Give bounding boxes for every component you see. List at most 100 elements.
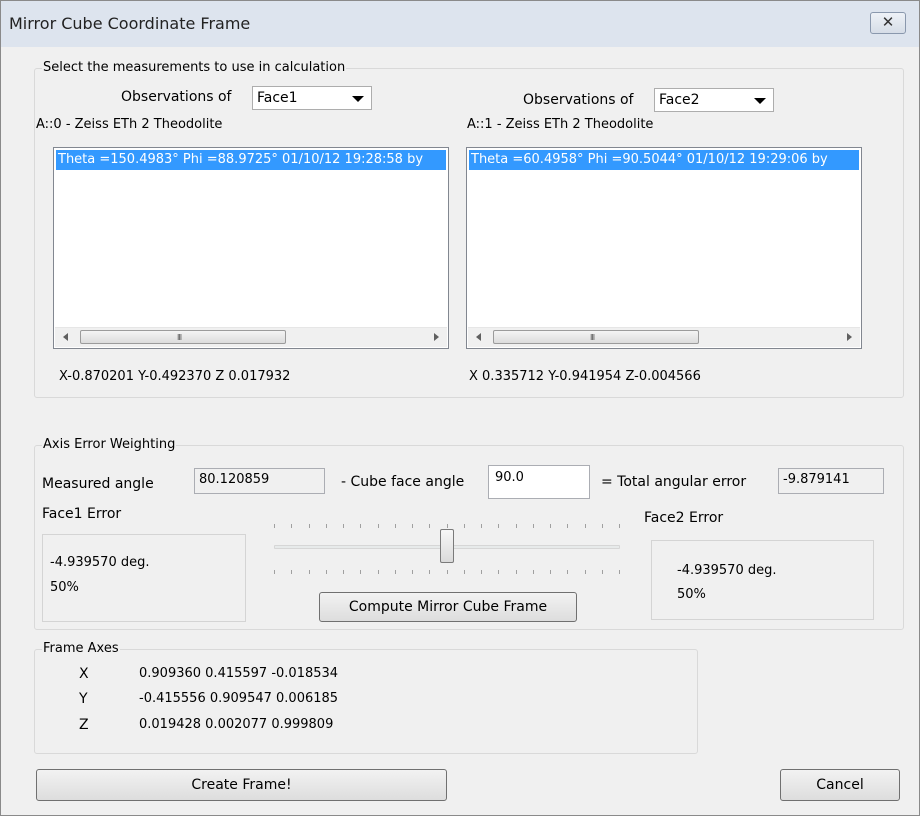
axis-error-group-label: Axis Error Weighting	[42, 437, 177, 452]
face2-error-deg: -4.939570 deg.	[677, 563, 777, 578]
arrow-left-icon[interactable]	[476, 333, 481, 341]
cube-face-angle-input[interactable]: 90.0	[488, 465, 590, 499]
slider-tick	[447, 524, 448, 528]
slider-tick	[378, 570, 379, 574]
observations-list-right[interactable]: Theta =60.4958° Phi =90.5044° 01/10/12 1…	[466, 147, 862, 349]
cube-face-angle-label: - Cube face angle	[341, 474, 465, 490]
slider-tick	[309, 570, 310, 574]
horizontal-scrollbar-left[interactable]: III	[55, 327, 447, 347]
slider-tick	[274, 570, 275, 574]
frame-axes-group: Frame Axes X 0.909360 0.415597 -0.018534…	[34, 641, 698, 754]
chevron-down-icon	[754, 98, 766, 104]
axis-values-z: 0.019428 0.002077 0.999809	[139, 717, 334, 732]
dialog-client: Select the measurements to use in calcul…	[8, 47, 912, 809]
close-icon: ✕	[881, 13, 895, 31]
slider-tick	[395, 570, 396, 574]
horizontal-scrollbar-right[interactable]: III	[468, 327, 860, 347]
axis-values-x: 0.909360 0.415597 -0.018534	[139, 666, 339, 681]
total-angular-error-label: = Total angular error	[601, 474, 747, 490]
scrollbar-grip: III	[177, 333, 182, 342]
slider-tick	[412, 524, 413, 528]
face2-error-pct: 50%	[677, 587, 706, 602]
slider-tick	[395, 524, 396, 528]
slider-tick	[481, 570, 482, 574]
list-item[interactable]: Theta =150.4983° Phi =88.9725° 01/10/12 …	[56, 150, 446, 170]
create-frame-button[interactable]: Create Frame!	[36, 769, 447, 801]
slider-tick	[464, 524, 465, 528]
slider-tick	[412, 570, 413, 574]
slider-tick	[567, 524, 568, 528]
measurements-group: Select the measurements to use in calcul…	[34, 60, 904, 398]
slider-tick	[585, 524, 586, 528]
slider-tick	[291, 524, 292, 528]
instrument-label-left: A::0 - Zeiss ETh 2 Theodolite	[36, 117, 223, 132]
slider-tick	[602, 570, 603, 574]
window-title: Mirror Cube Coordinate Frame	[9, 14, 251, 33]
axis-label-z: Z	[79, 717, 89, 733]
face-select-right[interactable]: Face2	[654, 88, 774, 112]
slider-tick	[516, 570, 517, 574]
slider-tick	[619, 524, 620, 528]
face-select-left-value: Face1	[257, 90, 298, 106]
instrument-label-right: A::1 - Zeiss ETh 2 Theodolite	[467, 117, 654, 132]
slider-tick	[360, 524, 361, 528]
mirror-cube-dialog: Mirror Cube Coordinate Frame ✕ Select th…	[0, 0, 920, 816]
frame-axes-group-label: Frame Axes	[42, 641, 120, 656]
face2-error-box: -4.939570 deg. 50%	[651, 540, 874, 620]
slider-tick	[516, 524, 517, 528]
axis-values-y: -0.415556 0.909547 0.006185	[139, 691, 339, 706]
slider-tick	[343, 570, 344, 574]
face2-error-label: Face2 Error	[644, 510, 724, 526]
face-select-left[interactable]: Face1	[252, 86, 372, 110]
face-select-right-value: Face2	[659, 92, 700, 108]
face1-error-label: Face1 Error	[42, 506, 122, 522]
observations-label-right: Observations of	[523, 92, 634, 108]
slider-tick	[360, 570, 361, 574]
slider-tick	[326, 570, 327, 574]
scrollbar-thumb[interactable]: III	[493, 330, 699, 344]
scrollbar-thumb[interactable]: III	[80, 330, 286, 344]
measured-angle-field: 80.120859	[194, 468, 325, 494]
list-item[interactable]: Theta =60.4958° Phi =90.5044° 01/10/12 1…	[469, 150, 859, 170]
error-weight-slider[interactable]	[274, 524, 620, 584]
title-bar: Mirror Cube Coordinate Frame ✕	[1, 1, 919, 47]
axis-error-group: Axis Error Weighting Measured angle 80.1…	[34, 437, 904, 630]
axis-label-x: X	[79, 666, 89, 682]
face1-error-deg: -4.939570 deg.	[50, 555, 150, 570]
slider-tick	[429, 570, 430, 574]
measured-angle-label: Measured angle	[42, 476, 154, 492]
chevron-down-icon	[352, 96, 364, 102]
arrow-right-icon[interactable]	[847, 333, 852, 341]
face1-error-box: -4.939570 deg. 50%	[42, 534, 246, 622]
arrow-right-icon[interactable]	[434, 333, 439, 341]
close-button[interactable]: ✕	[870, 12, 906, 34]
slider-tick	[585, 570, 586, 574]
axis-label-y: Y	[79, 691, 88, 707]
slider-tick	[567, 570, 568, 574]
slider-tick	[550, 524, 551, 528]
scrollbar-grip: III	[590, 333, 595, 342]
slider-thumb[interactable]	[440, 529, 454, 563]
slider-tick	[429, 524, 430, 528]
face1-error-pct: 50%	[50, 580, 79, 595]
observations-list-left[interactable]: Theta =150.4983° Phi =88.9725° 01/10/12 …	[53, 147, 449, 349]
slider-tick	[498, 524, 499, 528]
slider-tick	[343, 524, 344, 528]
slider-tick	[274, 524, 275, 528]
total-angular-error-field: -9.879141	[778, 468, 884, 494]
xyz-readout-right: X 0.335712 Y-0.941954 Z-0.004566	[469, 369, 701, 384]
slider-tick	[602, 524, 603, 528]
slider-tick	[464, 570, 465, 574]
observations-label-left: Observations of	[121, 89, 232, 105]
slider-tick	[291, 570, 292, 574]
slider-tick	[619, 570, 620, 574]
slider-tick	[481, 524, 482, 528]
arrow-left-icon[interactable]	[63, 333, 68, 341]
cancel-button[interactable]: Cancel	[780, 769, 900, 801]
slider-tick	[498, 570, 499, 574]
compute-mirror-cube-frame-button[interactable]: Compute Mirror Cube Frame	[319, 592, 577, 622]
slider-tick	[309, 524, 310, 528]
slider-tick	[326, 524, 327, 528]
slider-tick	[533, 570, 534, 574]
slider-tick	[447, 570, 448, 574]
